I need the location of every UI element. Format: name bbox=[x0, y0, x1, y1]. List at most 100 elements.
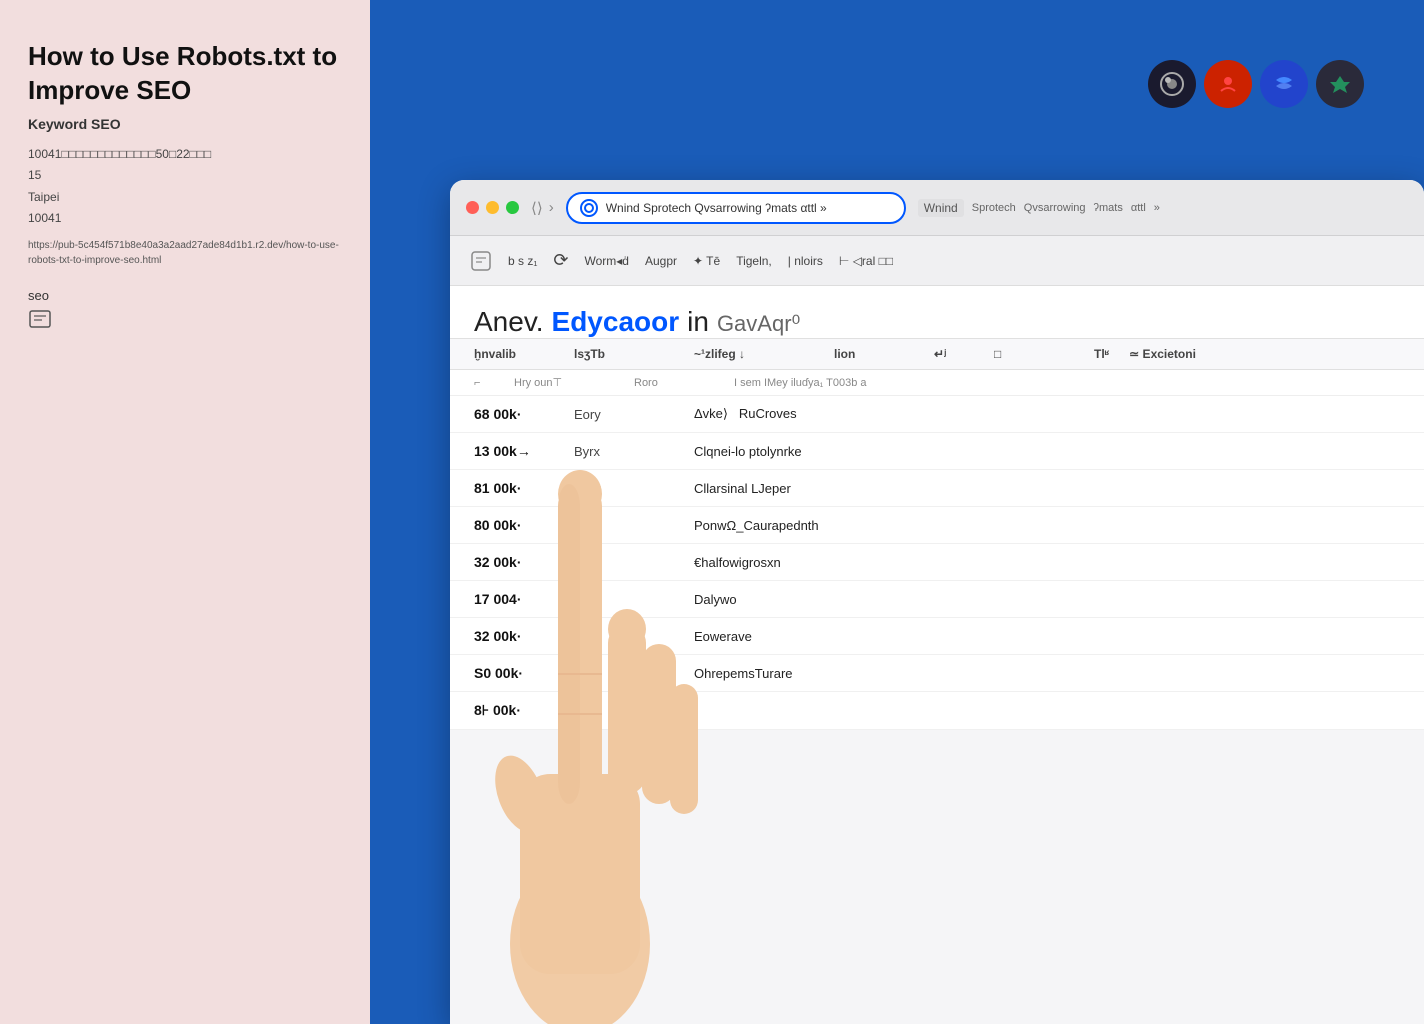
meta-line2: 15 bbox=[28, 165, 342, 187]
article-meta: 10041□□□□□□□□□□□□□50□22□□□ 15 Taipei 100… bbox=[28, 144, 342, 230]
app-icon-2[interactable] bbox=[1204, 60, 1252, 108]
cell-url-8: Nillv bbox=[574, 666, 674, 681]
table-header-name: □ bbox=[994, 347, 1074, 361]
meta-line3: Taipei bbox=[28, 187, 342, 209]
table-header-tlr[interactable]: Tlʶ bbox=[1094, 347, 1109, 361]
toolbar-label-tigeln: Tigeln, bbox=[736, 254, 772, 268]
page-title-part2: Edycaoor bbox=[552, 306, 680, 338]
cell-name-3: Cllarsinal LJeper bbox=[694, 481, 1400, 496]
table-row[interactable]: 32 00k· Bory Eowerave bbox=[450, 618, 1424, 655]
subheader-icon: ⌐ bbox=[474, 377, 494, 389]
cell-url-1: Eory bbox=[574, 407, 674, 422]
address-circle-icon bbox=[580, 199, 598, 217]
cell-name-4: PonwΩ_Caurapednth bbox=[694, 518, 1400, 533]
app-icon-4[interactable] bbox=[1316, 60, 1364, 108]
browser-toolbar-tabs: Wnind Sprotech Qvsarrowing ʔmats αttl » bbox=[918, 199, 1408, 217]
table-header-row: ḫnvalib lsʒTb ~¹zlifeg ↓ lion ↵ʲ □ Tlʶ ≃… bbox=[450, 338, 1424, 370]
data-table: ḫnvalib lsʒTb ~¹zlifeg ↓ lion ↵ʲ □ Tlʶ ≃… bbox=[450, 338, 1424, 730]
article-url[interactable]: https://pub-5c454f571b8e40a3a2aad27ade84… bbox=[28, 238, 342, 268]
app-icon-3[interactable] bbox=[1260, 60, 1308, 108]
cell-rank-7: 32 00k· bbox=[474, 628, 554, 644]
toolbar-item-worm[interactable]: Worm◂ḋ bbox=[584, 254, 628, 268]
refresh-icon: ⟳ bbox=[553, 250, 568, 271]
toolbar-label-aral: ⊢ ◁ral □□ bbox=[839, 254, 893, 268]
toolbar-item-home[interactable] bbox=[470, 250, 492, 272]
cell-rank-6: 17 004· bbox=[474, 591, 554, 607]
toolbar-label-te: ✦ Tē bbox=[693, 254, 720, 268]
cell-url-6: Rylx bbox=[574, 592, 674, 607]
left-sidebar: How to Use Robots.txt to Improve SEO Key… bbox=[0, 0, 370, 1024]
table-row[interactable]: 81 00k· Egry Cllarsinal LJeper bbox=[450, 470, 1424, 507]
toolbar-label-nloirs: | nloirs bbox=[788, 254, 823, 268]
table-header-rank: ḫnvalib bbox=[474, 347, 554, 361]
cell-name-2: Clqnei-lo ptolynrke bbox=[694, 444, 1400, 459]
table-row[interactable]: 80 00k· Bylx PonwΩ_Caurapednth bbox=[450, 507, 1424, 544]
cell-name-1: Δvke⟩ RuCroves bbox=[694, 406, 1400, 422]
toolbar-tab-more: » bbox=[1154, 202, 1160, 214]
app-icon-1[interactable] bbox=[1148, 60, 1196, 108]
forward-icon[interactable]: › bbox=[549, 199, 554, 216]
cell-rank-5: 32 00k· bbox=[474, 554, 554, 570]
toolbar-tab-5: αttl bbox=[1131, 202, 1146, 214]
traffic-lights bbox=[466, 201, 519, 214]
table-row[interactable]: 68 00k· Eory Δvke⟩ RuCroves bbox=[450, 396, 1424, 433]
cell-rank-2: 13 00k→ bbox=[474, 443, 554, 459]
address-bar[interactable]: Wnind Sprotech Qvsarrowing ʔmats αttl » bbox=[566, 192, 906, 224]
cell-rank-1: 68 00k· bbox=[474, 406, 554, 422]
page-title-part4: GavAqr⁰ bbox=[717, 311, 800, 337]
table-header-more[interactable]: ≃ Excietoni bbox=[1129, 347, 1400, 361]
subheader-hry: Hry oun⊤ bbox=[514, 376, 614, 389]
cell-url-2: Byrx bbox=[574, 444, 674, 459]
page-title-part3: in bbox=[687, 306, 709, 338]
cell-name-8: OhrepemsTurare bbox=[694, 666, 1400, 681]
table-row[interactable]: 32 00k· Bury €halfowigrosxn bbox=[450, 544, 1424, 581]
toolbar-item-2[interactable]: b s z₁ bbox=[508, 254, 537, 268]
toolbar-item-augpr[interactable]: Augpr bbox=[645, 254, 677, 268]
meta-line1: 10041□□□□□□□□□□□□□50□22□□□ bbox=[28, 144, 342, 166]
toolbar-item-refresh[interactable]: ⟳ bbox=[553, 250, 568, 271]
cell-rank-4: 80 00k· bbox=[474, 517, 554, 533]
nav-buttons[interactable]: ⟨⟩ › bbox=[531, 199, 554, 217]
table-row[interactable]: 13 00k→ Byrx Clqnei-lo ptolynrke bbox=[450, 433, 1424, 470]
toolbar-tab-2: Sprotech bbox=[972, 202, 1016, 214]
traffic-light-green[interactable] bbox=[506, 201, 519, 214]
table-header-arrow: ↵ʲ bbox=[934, 347, 974, 361]
right-panel: ⟨⟩ › Wnind Sprotech Qvsarrowing ʔmats αt… bbox=[370, 0, 1424, 1024]
page-title-part1: Anev. bbox=[474, 306, 544, 338]
cell-url-7: Bory bbox=[574, 629, 674, 644]
cell-rank-9: 8⊦ 00k· bbox=[474, 702, 554, 719]
toolbar-tab-4: ʔmats bbox=[1094, 202, 1123, 214]
subheader-roro: Roro bbox=[634, 377, 714, 389]
table-row[interactable]: S0 00k· Nillv OhrepemsTurare bbox=[450, 655, 1424, 692]
subheader-desc: I sem IMey iluɗya₁ T003b a bbox=[734, 377, 867, 389]
traffic-light-yellow[interactable] bbox=[486, 201, 499, 214]
cell-url-3: Egry bbox=[574, 481, 674, 496]
toolbar-label-2: b s z₁ bbox=[508, 254, 537, 268]
table-row[interactable]: 17 004· Rylx Dalywo bbox=[450, 581, 1424, 618]
toolbar-tab-3: Qvsarrowing bbox=[1024, 202, 1086, 214]
toolbar-item-nloirs[interactable]: | nloirs bbox=[788, 254, 823, 268]
table-header-url[interactable]: lsʒTb bbox=[574, 347, 674, 361]
traffic-light-red[interactable] bbox=[466, 201, 479, 214]
back-icon[interactable]: ⟨⟩ bbox=[531, 199, 543, 217]
table-row[interactable]: 8⊦ 00k· bbox=[450, 692, 1424, 730]
cell-url-4: Bylx bbox=[574, 518, 674, 533]
article-subtitle: Keyword SEO bbox=[28, 116, 342, 132]
browser-chrome: ⟨⟩ › Wnind Sprotech Qvsarrowing ʔmats αt… bbox=[450, 180, 1424, 236]
browser-toolbar: b s z₁ ⟳ Worm◂ḋ Augpr ✦ Tē Tigeln, | nlo… bbox=[450, 236, 1424, 286]
article-tag: seo bbox=[28, 288, 342, 303]
cell-name-7: Eowerave bbox=[694, 629, 1400, 644]
table-header-change[interactable]: ~¹zlifeg ↓ bbox=[694, 347, 814, 361]
toolbar-label-augpr: Augpr bbox=[645, 254, 677, 268]
table-subheader: ⌐ Hry oun⊤ Roro I sem IMey iluɗya₁ T003b… bbox=[450, 370, 1424, 396]
toolbar-item-aral[interactable]: ⊢ ◁ral □□ bbox=[839, 254, 893, 268]
toolbar-item-tigeln[interactable]: Tigeln, bbox=[736, 254, 772, 268]
cell-url-5: Bury bbox=[574, 555, 674, 570]
browser-window: ⟨⟩ › Wnind Sprotech Qvsarrowing ʔmats αt… bbox=[450, 180, 1424, 1024]
meta-line4: 10041 bbox=[28, 208, 342, 230]
page-header: Anev. Edycaoor in GavAqr⁰ bbox=[450, 286, 1424, 338]
toolbar-item-te[interactable]: ✦ Tē bbox=[693, 254, 720, 268]
toolbar-tab-1: Wnind bbox=[918, 199, 964, 217]
table-header-score[interactable]: lion bbox=[834, 347, 914, 361]
article-title: How to Use Robots.txt to Improve SEO bbox=[28, 40, 342, 108]
